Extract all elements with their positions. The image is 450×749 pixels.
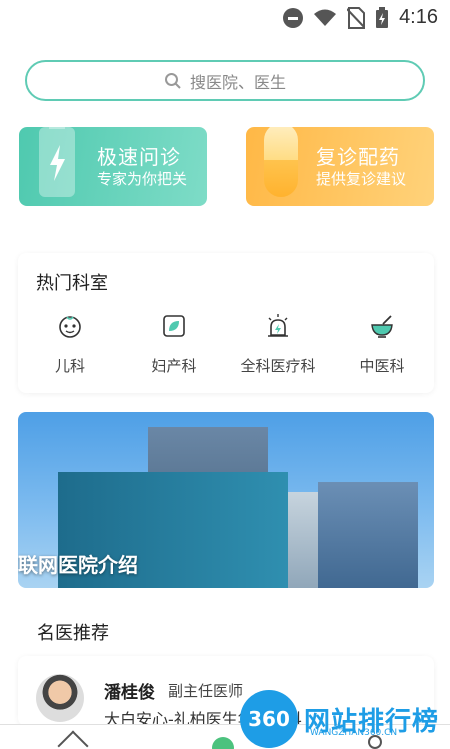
dept-general-medicine[interactable]: 全科医疗科 (226, 313, 330, 376)
mortar-bowl-icon (371, 315, 393, 338)
no-sim-icon (347, 6, 366, 29)
dept-obstetrics-label: 妇产科 (151, 357, 197, 375)
quick-consult-title: 极速问诊 (97, 145, 181, 169)
dept-obstetrics[interactable]: 妇产科 (122, 313, 226, 376)
clock: 4:16 (399, 6, 438, 28)
watermark: 360 网站排行榜 WANGZHAN360.CN (240, 690, 439, 748)
dept-pediatrics-label: 儿科 (54, 357, 85, 375)
quick-consult-subtitle: 专家为你把关 (97, 170, 188, 188)
dept-general-medicine-label: 全科医疗科 (240, 357, 316, 375)
recommended-doctors-title: 名医推荐 (37, 623, 109, 644)
doctor-title: 副主任医师 (168, 682, 244, 700)
status-bar: 4:16 (0, 0, 450, 38)
hot-departments-section: 热门科室 儿科 妇产科 全科医疗科 中医科 (18, 253, 434, 393)
leaf-icon (163, 315, 185, 337)
capsule-icon (264, 127, 298, 197)
doctor-name: 潘桂俊 (104, 683, 155, 703)
banner-caption: 联网医院介绍 (18, 553, 138, 577)
dept-tcm-label: 中医科 (359, 357, 405, 375)
refill-title: 复诊配药 (316, 145, 400, 169)
do-not-disturb-icon (283, 7, 304, 28)
doctor-avatar (36, 674, 84, 722)
search-input[interactable]: 搜医院、医生 (25, 60, 425, 101)
watermark-badge: 360 (240, 690, 298, 748)
battery-charging-icon (376, 6, 389, 28)
building-image-3 (318, 482, 418, 588)
battery-bolt-icon (39, 127, 75, 197)
refill-subtitle: 提供复诊建议 (316, 170, 407, 188)
wifi-icon (314, 9, 337, 26)
home-tab-icon[interactable] (57, 730, 89, 749)
baby-face-icon (59, 316, 81, 338)
hospital-intro-banner[interactable]: 联网医院介绍 (18, 412, 434, 588)
alarm-light-icon (268, 314, 288, 337)
search-placeholder: 搜医院、医生 (189, 72, 286, 92)
hot-departments-title: 热门科室 (36, 273, 108, 294)
search-icon (164, 72, 181, 89)
dept-tcm[interactable]: 中医科 (330, 313, 434, 376)
refill-prescription-card[interactable]: 复诊配药 提供复诊建议 (246, 127, 434, 206)
watermark-url: WANGZHAN360.CN (310, 728, 398, 738)
dept-pediatrics[interactable]: 儿科 (18, 313, 122, 376)
consult-tab-icon[interactable] (212, 737, 234, 749)
status-icons: 4:16 (283, 6, 438, 29)
quick-consult-card[interactable]: 极速问诊 专家为你把关 (19, 127, 207, 206)
